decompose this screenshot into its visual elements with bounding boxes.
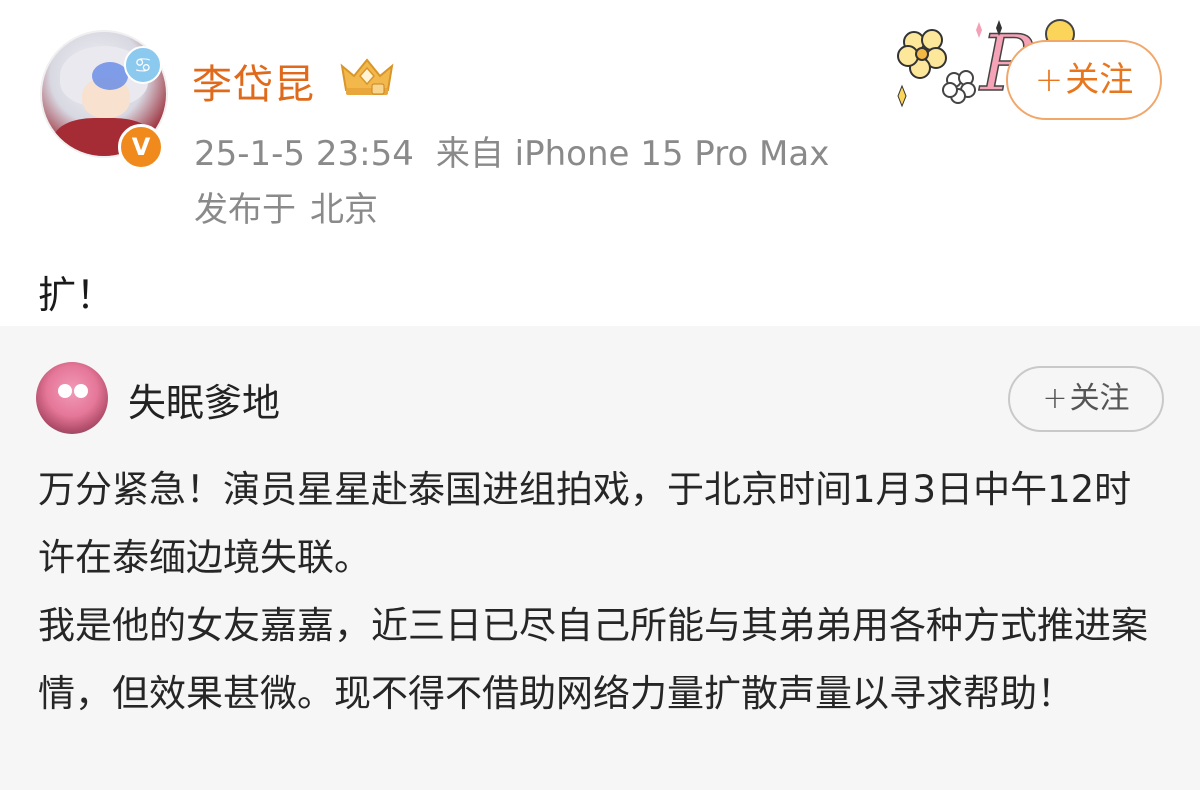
repost-paragraph: 万分紧急！演员星星赴泰国进组拍戏，于北京时间1月3日中午12时许在泰缅边境失联。 xyxy=(38,468,1132,579)
plus-icon: + xyxy=(1034,60,1064,100)
repost-text: 万分紧急！演员星星赴泰国进组拍戏，于北京时间1月3日中午12时许在泰缅边境失联。… xyxy=(38,456,1166,728)
reposted-card[interactable]: 失眠爹地 +关注 万分紧急！演员星星赴泰国进组拍戏，于北京时间1月3日中午12时… xyxy=(0,326,1200,790)
follow-button[interactable]: +关注 xyxy=(1006,40,1162,120)
author-name[interactable]: 李岱昆 xyxy=(192,52,315,110)
post-timestamp: 25-1-5 23:54 xyxy=(194,134,414,174)
avatar-eye xyxy=(74,384,88,398)
plus-icon: + xyxy=(1042,381,1068,416)
repost-author-avatar[interactable] xyxy=(36,362,108,434)
repost-follow-button[interactable]: +关注 xyxy=(1008,366,1164,432)
verified-badge-icon: V xyxy=(118,124,164,170)
post-text: 扩！ xyxy=(38,273,115,317)
main-post: ♋ V 李岱昆 25-1-5 23:54 来自 iPhone 15 Pro Max… xyxy=(0,0,1200,326)
location-prefix: 发布于 xyxy=(194,190,296,230)
zodiac-cancer-icon: ♋ xyxy=(124,46,162,84)
location-value: 北京 xyxy=(310,190,378,230)
post-meta: 25-1-5 23:54 来自 iPhone 15 Pro Max xyxy=(194,126,829,175)
crown-badge-icon xyxy=(340,58,394,95)
post-location: 发布于 北京 xyxy=(194,182,378,231)
repost-author-name[interactable]: 失眠爹地 xyxy=(128,372,280,427)
post-source: 来自 iPhone 15 Pro Max xyxy=(435,134,830,174)
repost-paragraph: 我是他的女友嘉嘉，近三日已尽自己所能与其弟弟用各种方式推进案情，但效果甚微。现不… xyxy=(38,604,1148,715)
follow-label: 关注 xyxy=(1069,381,1130,416)
avatar-eye xyxy=(58,384,72,398)
follow-label: 关注 xyxy=(1065,60,1134,100)
flower-icon xyxy=(92,62,128,90)
